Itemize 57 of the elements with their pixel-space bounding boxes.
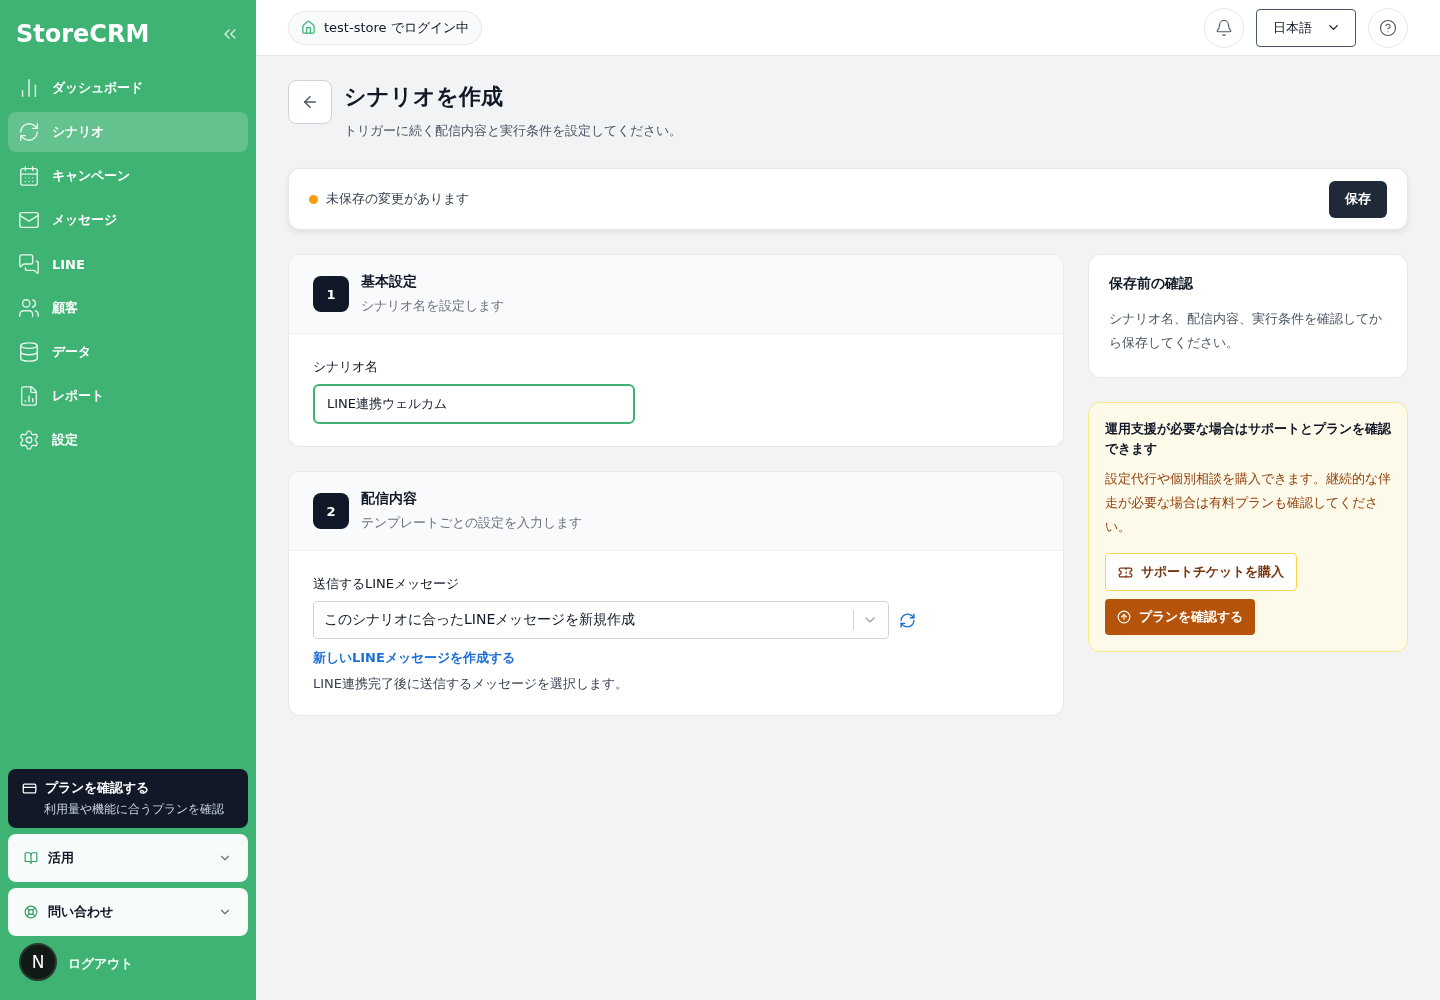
unsaved-status: 未保存の変更があります [326,190,470,208]
back-button[interactable] [288,80,332,124]
sidebar-section[interactable]: 問い合わせ [8,888,248,936]
lifebuoy-icon [24,905,38,919]
step-title: 基本設定 [361,273,418,291]
plan-button[interactable]: プランを確認する [1105,599,1255,635]
calendar-icon [18,165,40,187]
report-icon [18,385,40,407]
step-number: 2 [313,493,349,529]
sidebar-item[interactable]: ダッシュボード [8,68,248,108]
store-badge: test-store でログイン中 [288,10,482,45]
arrow-up-circle-icon [1117,610,1131,624]
step-subtitle: テンプレートごとの設定を入力します [361,514,582,532]
settings-icon [18,429,40,451]
app-logo: StoreCRM [16,20,150,48]
database-icon [18,341,40,363]
sidebar-item[interactable]: データ [8,332,248,372]
step-number: 1 [313,276,349,312]
step-subtitle: シナリオ名を設定します [361,297,504,315]
scenario-name-input[interactable]: LINE連携ウェルカム [313,384,635,424]
ticket-button[interactable]: サポートチケットを購入 [1105,553,1297,591]
sidebar-item[interactable]: レポート [8,376,248,416]
sidebar-item[interactable]: 顧客 [8,288,248,328]
help-icon[interactable] [1368,7,1408,48]
page-title: シナリオを作成 [344,83,504,111]
sidebar-item[interactable]: キャンペーン [8,156,248,196]
support-title: 運用支援が必要な場合はサポートとプランを確認できます [1105,420,1391,458]
save-button[interactable]: 保存 [1329,180,1387,218]
field-help: LINE連携完了後に送信するメッセージを選択します。 [313,675,629,693]
message-select[interactable]: このシナリオに合ったLINEメッセージを新規作成 [313,601,889,639]
chat-icon [18,253,40,275]
plan-subtitle: 利用量や機能に合うプランを確認 [43,801,225,818]
language-select[interactable]: 日本語 [1256,8,1356,47]
sidebar-section[interactable]: 活用 [8,834,248,882]
sidebar-item[interactable]: 設定 [8,420,248,460]
field-label: シナリオ名 [313,358,379,376]
card-icon [22,780,37,796]
users-icon [18,297,40,319]
avatar[interactable]: N [19,943,57,981]
bell-icon[interactable] [1204,7,1244,48]
refresh-icon [18,121,40,143]
support-text: 設定代行や個別相談を購入できます。継続的な伴走が必要な場合は有料プランも確認してください。 [1105,470,1391,536]
field-label: 送信するLINEメッセージ [313,575,460,593]
step-title: 配信内容 [361,490,418,508]
create-message-link[interactable]: 新しいLINEメッセージを作成する [313,650,515,665]
sidebar-item[interactable]: メッセージ [8,200,248,240]
mail-icon [18,209,40,231]
book-icon [24,851,38,865]
ticket-icon [1118,564,1133,580]
page-subtitle: トリガーに続く配信内容と実行条件を設定してください。 [344,122,682,140]
confirm-title: 保存前の確認 [1109,275,1194,293]
plan-card[interactable]: プランを確認する 利用量や機能に合うプランを確認 [8,769,248,828]
logout-link[interactable]: ログアウト [68,955,133,973]
plan-title: プランを確認する [45,779,149,797]
sidebar-item[interactable]: LINE [8,244,248,284]
refresh-icon[interactable] [899,611,916,629]
confirm-text: シナリオ名、配信内容、実行条件を確認してから保存してください。 [1109,310,1383,352]
